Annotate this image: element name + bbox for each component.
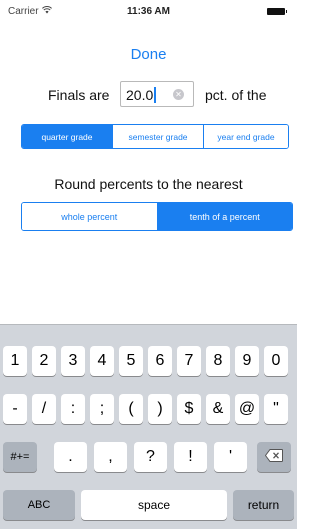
- segment-whole-percent[interactable]: whole percent: [22, 203, 157, 230]
- key-comma[interactable]: ,: [94, 442, 127, 472]
- finals-prefix-label: Finals are: [48, 87, 110, 103]
- status-time: 11:36 AM: [127, 5, 170, 17]
- key-7[interactable]: 7: [177, 346, 201, 376]
- key-slash[interactable]: /: [32, 394, 56, 424]
- key-colon[interactable]: :: [61, 394, 85, 424]
- key-open-paren[interactable]: (: [119, 394, 143, 424]
- backspace-key[interactable]: [257, 442, 291, 472]
- key-return[interactable]: return: [233, 490, 294, 520]
- key-space[interactable]: space: [81, 490, 227, 520]
- round-segmented-control: whole percent tenth of a percent: [21, 202, 293, 231]
- segment-year-end-grade[interactable]: year end grade: [203, 125, 288, 148]
- finals-percent-value: 20.0: [126, 87, 157, 103]
- key-4[interactable]: 4: [90, 346, 114, 376]
- key-0[interactable]: 0: [264, 346, 288, 376]
- key-close-paren[interactable]: ): [148, 394, 172, 424]
- grade-segmented-control: quarter grade semester grade year end gr…: [21, 124, 289, 149]
- key-2[interactable]: 2: [32, 346, 56, 376]
- key-1[interactable]: 1: [3, 346, 27, 376]
- key-question[interactable]: ?: [134, 442, 167, 472]
- key-6[interactable]: 6: [148, 346, 172, 376]
- segment-tenth-of-a-percent[interactable]: tenth of a percent: [156, 203, 292, 230]
- battery-icon: [267, 7, 287, 15]
- keyboard: 1 2 3 4 5 6 7 8 9 0 - / : ; ( ) $ & @ " …: [0, 324, 297, 529]
- key-quote[interactable]: ": [264, 394, 288, 424]
- finals-percent-input[interactable]: 20.0 ✕: [120, 81, 194, 107]
- key-ampersand[interactable]: &: [206, 394, 230, 424]
- key-exclamation[interactable]: !: [174, 442, 207, 472]
- segment-semester-grade[interactable]: semester grade: [112, 125, 203, 148]
- key-9[interactable]: 9: [235, 346, 259, 376]
- clear-circle-icon[interactable]: ✕: [173, 89, 184, 100]
- key-at[interactable]: @: [235, 394, 259, 424]
- key-abc[interactable]: ABC: [3, 490, 75, 520]
- key-8[interactable]: 8: [206, 346, 230, 376]
- status-bar: Carrier 11:36 AM: [0, 0, 297, 22]
- finals-suffix-label: pct. of the: [205, 87, 267, 103]
- text-caret: [154, 87, 157, 103]
- key-apostrophe[interactable]: ': [214, 442, 247, 472]
- key-dollar[interactable]: $: [177, 394, 201, 424]
- key-hyphen[interactable]: -: [3, 394, 27, 424]
- key-period[interactable]: .: [54, 442, 87, 472]
- key-3[interactable]: 3: [61, 346, 85, 376]
- key-symbols[interactable]: #+=: [3, 442, 37, 472]
- key-5[interactable]: 5: [119, 346, 143, 376]
- segment-quarter-grade[interactable]: quarter grade: [22, 125, 112, 148]
- key-semicolon[interactable]: ;: [90, 394, 114, 424]
- done-button[interactable]: Done: [0, 46, 297, 63]
- round-label: Round percents to the nearest: [54, 176, 243, 192]
- finals-row: Finals are 20.0 ✕ pct. of the: [0, 80, 297, 110]
- backspace-icon: [264, 449, 283, 465]
